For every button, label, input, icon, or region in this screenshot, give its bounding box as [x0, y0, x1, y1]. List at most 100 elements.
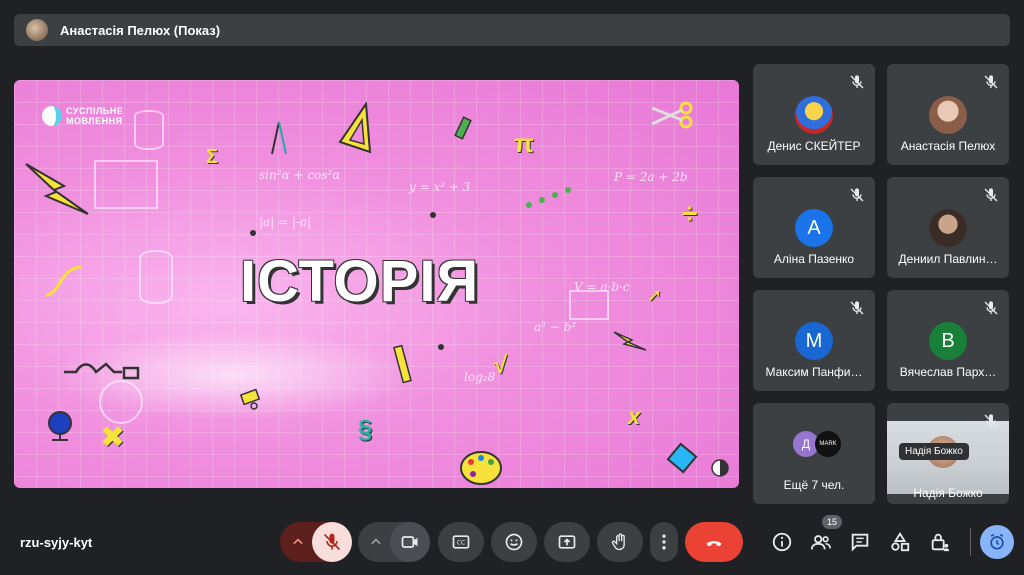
- x-variable-icon: x: [628, 404, 641, 429]
- times-icon: ✖: [100, 421, 126, 454]
- mic-off-icon: [850, 188, 864, 202]
- scissors-icon: [651, 101, 693, 129]
- participant-tile[interactable]: Анастасія Пелюх: [887, 64, 1009, 165]
- broadcaster-logo: СУСПІЛЬНЕ МОВЛЕННЯ: [42, 106, 123, 126]
- arrow-up-icon: ➚: [647, 285, 663, 305]
- triangle-ruler-icon: [338, 102, 372, 154]
- people-icon: [810, 535, 831, 550]
- activities-button[interactable]: [889, 531, 911, 553]
- participant-tile[interactable]: Надія Божко Надія Божко: [887, 403, 1009, 504]
- present-icon: [558, 535, 576, 549]
- dot-icon: [438, 344, 444, 350]
- chat-icon: [851, 533, 869, 552]
- presenter-label: Анастасія Пелюх (Показ): [60, 22, 221, 38]
- participant-name: Денис СКЕЙТЕР: [767, 139, 861, 153]
- participant-tile[interactable]: А Аліна Пазенко: [753, 177, 875, 278]
- avatar: MARK: [815, 431, 841, 457]
- participant-name: Максим Панфи…: [765, 365, 863, 379]
- dot-icon: [250, 230, 256, 236]
- marker-icon: [454, 116, 472, 140]
- avatar: M: [795, 322, 833, 360]
- divide-icon: ÷: [682, 198, 698, 229]
- chevron-up-icon: [371, 538, 381, 545]
- participant-count-badge: 15: [822, 515, 842, 529]
- sigma-icon: Σ: [206, 146, 219, 168]
- participant-tile[interactable]: Денис СКЕЙТЕР: [753, 64, 875, 165]
- participant-name: Дениил Павлин…: [898, 252, 998, 266]
- binder-clip-icon: [239, 388, 261, 410]
- presenter-bar[interactable]: Анастасія Пелюх (Показ): [14, 14, 1010, 46]
- dotted-line-icon: [526, 187, 571, 208]
- timer-button[interactable]: [980, 525, 1014, 559]
- reactions-button[interactable]: [491, 522, 537, 562]
- mic-off-icon: [984, 75, 998, 89]
- host-controls-button[interactable]: [929, 531, 951, 553]
- stage-title: ІСТОРІЯ: [240, 249, 480, 314]
- mic-off-icon: [850, 75, 864, 89]
- lock-person-icon: [931, 533, 950, 552]
- participant-tile[interactable]: B Вячеслав Парх…: [887, 290, 1009, 391]
- more-participants-label: Ещё 7 чел.: [783, 478, 845, 492]
- participant-tile[interactable]: M Максим Панфи…: [753, 290, 875, 391]
- meeting-code: rzu-syjy-kyt: [20, 535, 93, 550]
- info-icon: [772, 532, 792, 552]
- camera-toggle-button[interactable]: [390, 522, 430, 562]
- meeting-details-button[interactable]: [771, 531, 793, 553]
- half-circle-icon: [711, 459, 729, 477]
- hand-icon: [611, 533, 625, 551]
- squiggle-icon: [64, 362, 140, 380]
- chevron-up-icon: [293, 538, 303, 545]
- participant-tile[interactable]: Дениил Павлин…: [887, 177, 1009, 278]
- more-options-button[interactable]: [650, 522, 678, 562]
- present-screen-button[interactable]: [544, 522, 590, 562]
- participant-name: Вячеслав Парх…: [899, 365, 997, 379]
- emoji-icon: [505, 533, 523, 551]
- people-button[interactable]: [810, 531, 832, 553]
- avatar: [929, 96, 967, 134]
- shapes-icon: [891, 532, 910, 552]
- dot-icon: [430, 212, 436, 218]
- participant-name: Аліна Пазенко: [773, 252, 855, 266]
- mic-off-icon: [850, 301, 864, 315]
- captions-icon: CC: [452, 535, 470, 549]
- mic-toggle-button[interactable]: [312, 522, 352, 562]
- mic-off-icon: [984, 414, 998, 428]
- pi-icon: π: [514, 128, 534, 158]
- svg-text:CC: CC: [457, 541, 465, 547]
- avatar: [929, 209, 967, 247]
- avatar: А: [795, 209, 833, 247]
- hang-up-icon: [706, 541, 722, 547]
- avatar: B: [929, 322, 967, 360]
- lightning-icon: [25, 163, 89, 215]
- raise-hand-button[interactable]: [597, 522, 643, 562]
- alarm-icon: [990, 533, 1004, 550]
- chat-button[interactable]: [849, 531, 871, 553]
- palette-icon: [460, 451, 502, 485]
- more-participants-tile[interactable]: Д MARK Ещё 7 чел.: [753, 403, 875, 504]
- curve-icon: [45, 265, 83, 297]
- camera-icon: [401, 536, 418, 548]
- pencil-icon: [393, 344, 412, 384]
- shared-screen: sin²α + cos²α y = x² + 3 P = 2a + 2b |a|…: [14, 80, 739, 488]
- mic-off-icon: [984, 188, 998, 202]
- section-icon: §: [358, 414, 373, 444]
- avatar: [795, 96, 833, 134]
- more-vert-icon: [662, 534, 666, 550]
- book-icon: [666, 442, 698, 474]
- mic-off-icon: [984, 301, 998, 315]
- small-lightning-icon: [613, 331, 647, 351]
- presenter-avatar: [26, 19, 48, 41]
- end-call-button[interactable]: [685, 522, 743, 562]
- captions-button[interactable]: CC: [438, 522, 484, 562]
- compass-icon: [271, 121, 287, 155]
- sqrt-icon: √: [494, 352, 508, 379]
- logo-line-1: СУСПІЛЬНЕ: [66, 106, 124, 116]
- logo-circle-icon: [42, 106, 62, 126]
- logo-line-2: МОВЛЕННЯ: [66, 116, 123, 126]
- more-avatars: Д MARK: [793, 431, 841, 457]
- mic-off-icon: [323, 533, 341, 551]
- participant-name: Анастасія Пелюх: [900, 139, 996, 153]
- globe-icon: [48, 411, 72, 441]
- toolbar-divider: [970, 528, 971, 556]
- participant-name: Надія Божко: [913, 486, 983, 500]
